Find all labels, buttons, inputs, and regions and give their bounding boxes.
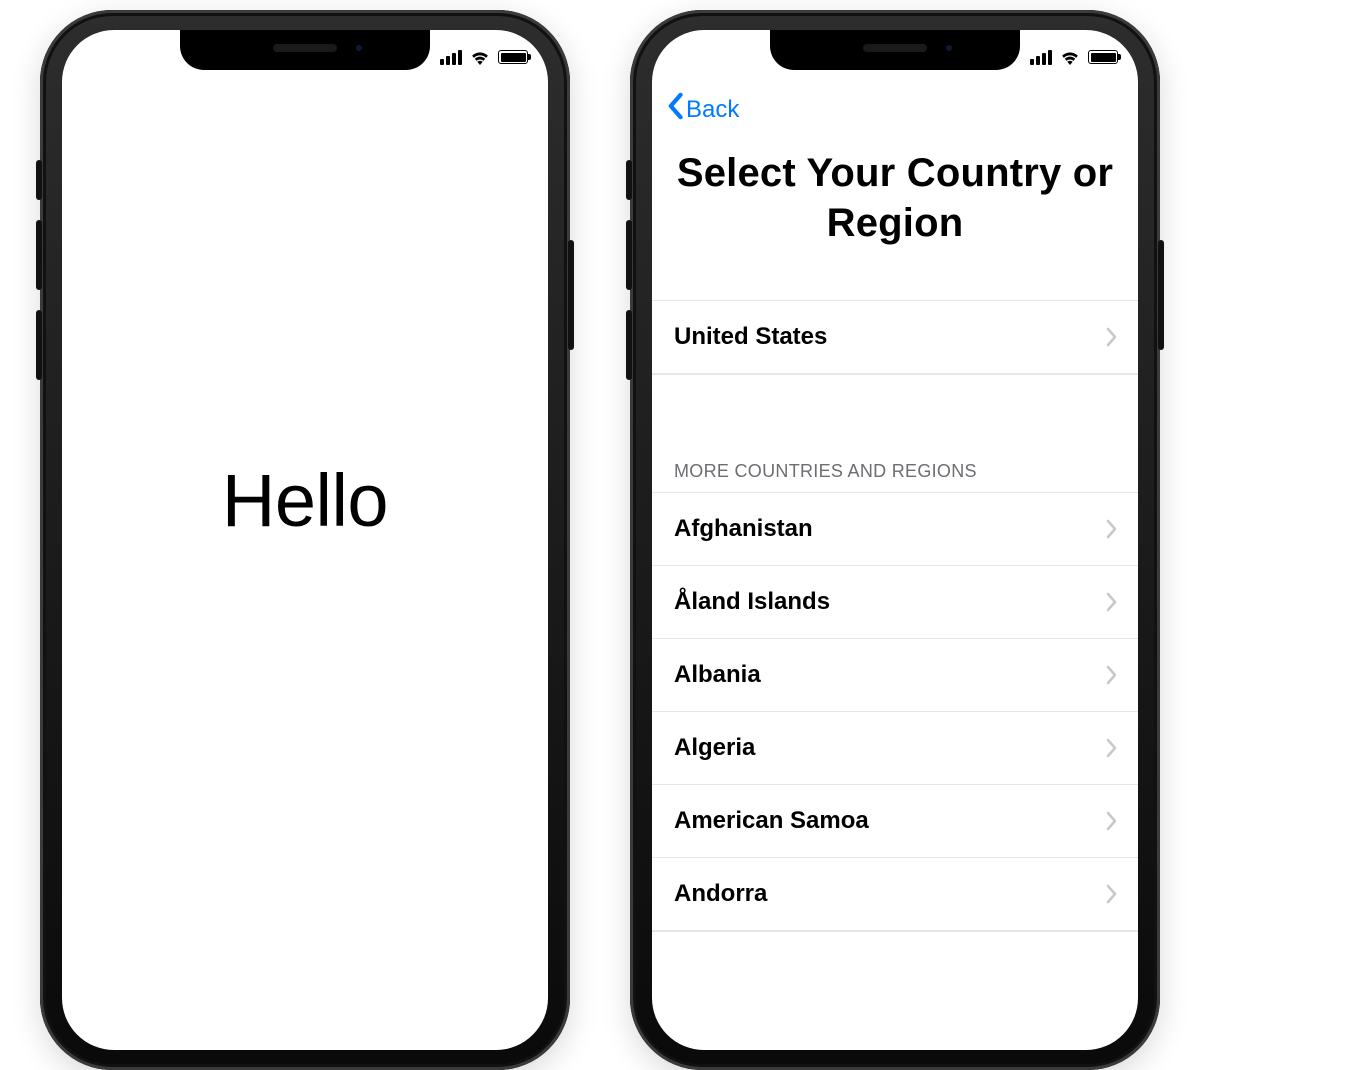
back-button[interactable]: Back — [666, 92, 739, 127]
volume-down-button[interactable] — [626, 310, 632, 380]
country-label: American Samoa — [674, 807, 869, 835]
battery-icon — [1088, 50, 1118, 64]
country-label: Afghanistan — [674, 515, 813, 543]
volume-down-button[interactable] — [36, 310, 42, 380]
volume-up-button[interactable] — [626, 220, 632, 290]
country-label: Andorra — [674, 880, 767, 908]
country-list[interactable]: United States MORE COUNTRIES AND REGIONS… — [652, 300, 1138, 1050]
chevron-right-icon — [1106, 884, 1118, 904]
notch — [770, 30, 1020, 70]
cellular-icon — [1030, 50, 1052, 65]
chevron-right-icon — [1106, 592, 1118, 612]
country-label: United States — [674, 323, 827, 351]
primary-country-group: United States — [652, 300, 1138, 375]
volume-up-button[interactable] — [36, 220, 42, 290]
wifi-icon — [1060, 50, 1080, 65]
mute-switch[interactable] — [626, 160, 632, 200]
chevron-right-icon — [1106, 811, 1118, 831]
chevron-right-icon — [1106, 327, 1118, 347]
chevron-right-icon — [1106, 665, 1118, 685]
status-bar — [440, 46, 528, 68]
country-label: Algeria — [674, 734, 755, 762]
cellular-icon — [440, 50, 462, 65]
country-row[interactable]: Åland Islands — [652, 565, 1138, 638]
more-countries-group: Afghanistan Åland Islands Albania Algeria Am… — [652, 492, 1138, 932]
country-row[interactable]: Afghanistan — [652, 492, 1138, 565]
hello-screen[interactable]: Hello — [62, 30, 548, 1050]
more-countries-header: MORE COUNTRIES AND REGIONS — [652, 461, 1138, 492]
side-button[interactable] — [1158, 240, 1164, 350]
country-row-primary[interactable]: United States — [652, 300, 1138, 374]
country-label: Åland Islands — [674, 588, 830, 616]
country-row[interactable]: Algeria — [652, 711, 1138, 784]
country-row[interactable]: American Samoa — [652, 784, 1138, 857]
phone-select-country: Back Select Your Country or Region Unite… — [630, 10, 1160, 1070]
battery-icon — [498, 50, 528, 64]
chevron-right-icon — [1106, 738, 1118, 758]
hello-text: Hello — [222, 458, 388, 543]
country-label: Albania — [674, 661, 761, 689]
wifi-icon — [470, 50, 490, 65]
phone-hello: Hello — [40, 10, 570, 1070]
back-label: Back — [686, 96, 739, 124]
notch — [180, 30, 430, 70]
country-row[interactable]: Andorra — [652, 857, 1138, 931]
chevron-right-icon — [1106, 519, 1118, 539]
screen: Back Select Your Country or Region Unite… — [652, 30, 1138, 1050]
chevron-left-icon — [666, 92, 684, 127]
screen: Hello — [62, 30, 548, 1050]
side-button[interactable] — [568, 240, 574, 350]
page-title: Select Your Country or Region — [652, 148, 1138, 248]
country-row[interactable]: Albania — [652, 638, 1138, 711]
status-bar — [1030, 46, 1118, 68]
mute-switch[interactable] — [36, 160, 42, 200]
